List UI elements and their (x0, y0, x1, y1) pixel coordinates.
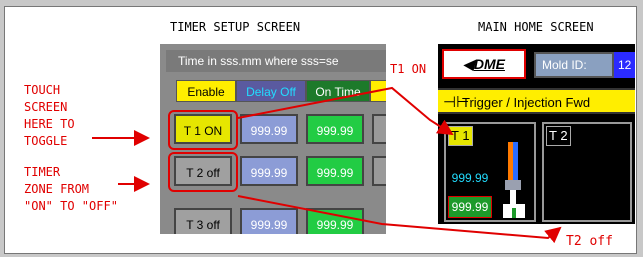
mold-id-value: 12 (614, 52, 635, 78)
zone-t2-label: T 2 (546, 126, 571, 146)
zone-t1-bottom-value: 999.99 (448, 196, 492, 218)
t3-ontime-field[interactable]: 999.99 (306, 208, 364, 234)
t2-ontime-field[interactable]: 999.99 (306, 156, 364, 186)
annotation-touch: TOUCH SCREEN HERE TO TOGGLE (24, 82, 75, 150)
t2-highlight-box (168, 152, 238, 192)
annotation-line: HERE TO (24, 117, 75, 131)
mold-id-label: Mold ID: (534, 52, 614, 78)
annotation-timer: TIMER ZONE FROM "ON" TO "OFF" (24, 164, 118, 215)
zone-t1-top-value: 999.99 (451, 171, 489, 185)
column-delay-off: Delay Off (236, 80, 306, 102)
zone-t1-panel[interactable]: T 1 999.99 999.99 (444, 122, 536, 222)
annotation-line: TIMER (24, 165, 61, 179)
timer-setup-title: TIMER SETUP SCREEN (170, 20, 301, 34)
trigger-icon: ⊣⊢ (443, 94, 470, 111)
t1-highlight-box (168, 110, 238, 150)
annotation-t1-on: T1 ON (390, 62, 427, 76)
valve-gate-icon (503, 142, 525, 218)
trigger-bar: ⊣⊢ Trigger / Injection Fwd (438, 88, 635, 114)
annotation-line: "ON" TO "OFF" (24, 199, 118, 213)
column-extra (370, 80, 386, 102)
annotation-line: ZONE FROM (24, 182, 90, 196)
annotation-line: TOUCH (24, 83, 61, 97)
time-format-header: Time in sss.mm where sss=se (166, 50, 386, 72)
annotation-line: SCREEN (24, 100, 68, 114)
zone-t1-label: T 1 (448, 126, 473, 146)
main-home-panel: ◀DME Mold ID: 12 ⊣⊢ Trigger / Injection … (438, 44, 635, 224)
column-enable: Enable (176, 80, 236, 102)
t1-extra-cell (372, 114, 386, 144)
trigger-label: Trigger / Injection Fwd (462, 95, 591, 110)
t1-delay-field[interactable]: 999.99 (240, 114, 298, 144)
zone-t2-panel[interactable]: T 2 (542, 122, 632, 222)
t2-extra-cell (372, 156, 386, 186)
t1-ontime-field[interactable]: 999.99 (306, 114, 364, 144)
annotation-t2-off: T2 off (566, 234, 613, 249)
t3-enable-toggle[interactable]: T 3 off (174, 208, 232, 234)
dme-logo-text: DME (473, 56, 505, 72)
dme-logo: ◀DME (442, 49, 526, 79)
annotation-line: TOGGLE (24, 134, 68, 148)
t2-delay-field[interactable]: 999.99 (240, 156, 298, 186)
column-on-time: On Time (306, 80, 370, 102)
t3-delay-field[interactable]: 999.99 (240, 208, 298, 234)
main-home-title: MAIN HOME SCREEN (478, 20, 594, 34)
dme-arrow-icon: ◀ (463, 56, 474, 72)
